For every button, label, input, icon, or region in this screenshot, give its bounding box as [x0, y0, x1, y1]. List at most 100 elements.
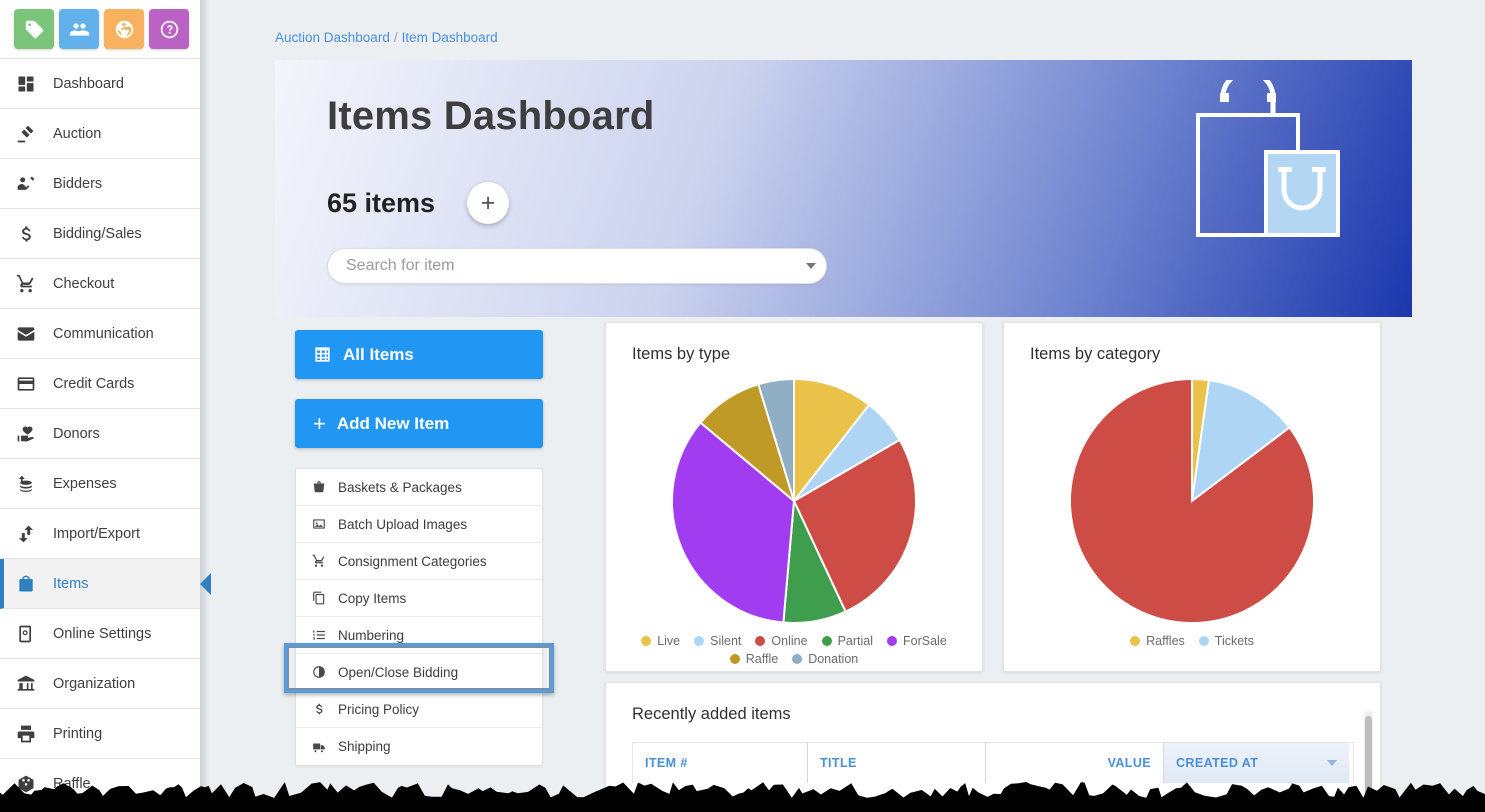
breadcrumb: Auction Dashboard / Item Dashboard	[275, 30, 498, 45]
help-icon[interactable]	[149, 9, 189, 49]
sidebar-item-donors[interactable]: Donors	[0, 409, 200, 459]
column-header-created-at-label: CREATED AT	[1176, 756, 1259, 770]
sidebar-item-label: Items	[53, 575, 89, 592]
legend-dot-icon	[641, 636, 652, 646]
legend-item-label: Tickets	[1214, 634, 1254, 648]
legend-item-label: Partial	[837, 634, 873, 648]
sidebar-item-expenses[interactable]: Expenses	[0, 459, 200, 509]
chart-legend-items-by-category: Raffles Tickets	[1004, 626, 1380, 648]
items-by-type-card: Items by type Live Silent Online Partial For…	[605, 322, 983, 672]
legend-item-label: Raffles	[1146, 634, 1185, 648]
sidebar-item-bidders[interactable]: Bidders	[0, 159, 200, 209]
menu-item-baskets-packages[interactable]: Baskets & Packages	[296, 469, 542, 506]
legend-item-label: ForSale	[903, 634, 947, 648]
sidebar-item-items[interactable]: Items	[0, 559, 211, 609]
legend-item-forsale[interactable]: ForSale	[887, 634, 947, 648]
sidebar-item-checkout[interactable]: Checkout	[0, 259, 200, 309]
sidebar-nav: Dashboard Auction Bidders Bidding/Sales …	[0, 58, 211, 809]
legend-item-label: Raffle	[745, 652, 779, 666]
legend-item-raffles[interactable]: Raffles	[1130, 634, 1185, 648]
chart-title-items-by-category: Items by category	[1030, 345, 1161, 363]
printer-icon	[16, 724, 46, 744]
sidebar-item-organization[interactable]: Organization	[0, 659, 200, 709]
legend-dot-icon	[821, 636, 832, 646]
breadcrumb-current-link[interactable]: Item Dashboard	[402, 30, 498, 45]
sidebar-item-import-export[interactable]: Import/Export	[0, 509, 200, 559]
page-title: Items Dashboard	[327, 94, 655, 138]
chevron-down-icon[interactable]	[796, 263, 826, 269]
legend-item-partial[interactable]: Partial	[821, 634, 873, 648]
menu-item-label: Consignment Categories	[338, 553, 487, 569]
items-submenu: Baskets & Packages Batch Upload Images C…	[295, 468, 543, 766]
items-by-category-card: Items by category Raffles Tickets	[1003, 322, 1381, 672]
bidder-icon	[16, 174, 46, 194]
sidebar-item-dashboard[interactable]: Dashboard	[0, 59, 200, 109]
chart-title-items-by-type: Items by type	[632, 345, 731, 363]
main-content: Auction Dashboard / Item Dashboard Items D…	[210, 0, 1485, 812]
add-new-item-button[interactable]: + Add New Item	[295, 399, 543, 448]
sidebar-item-online-settings[interactable]: Online Settings	[0, 609, 200, 659]
menu-item-shipping[interactable]: Shipping	[296, 728, 542, 765]
menu-item-label: Pricing Policy	[338, 701, 420, 717]
add-new-item-label: Add New Item	[336, 413, 450, 433]
menu-item-label: Baskets & Packages	[338, 479, 462, 495]
menu-item-numbering[interactable]: Numbering	[296, 617, 542, 654]
search-input[interactable]	[328, 257, 796, 275]
sidebar-item-printing[interactable]: Printing	[0, 709, 200, 759]
legend-item-label: Live	[657, 634, 681, 648]
menu-item-copy-items[interactable]: Copy Items	[296, 580, 542, 617]
legend-item-silent[interactable]: Silent	[694, 634, 741, 648]
cart-icon	[16, 274, 46, 294]
bag-icon	[16, 574, 46, 594]
menu-item-consignment-categories[interactable]: Consignment Categories	[296, 543, 542, 580]
sidebar-item-auction[interactable]: Auction	[0, 109, 200, 159]
sidebar-item-label: Import/Export	[53, 525, 141, 542]
legend-dot-icon	[729, 654, 740, 664]
menu-item-batch-upload-images[interactable]: Batch Upload Images	[296, 506, 542, 543]
legend-dot-icon	[1198, 636, 1209, 646]
arrows-icon	[16, 524, 46, 544]
globe-icon[interactable]	[104, 9, 144, 49]
legend-dot-icon	[887, 636, 897, 646]
add-item-round-button[interactable]: +	[467, 182, 509, 224]
menu-item-open-close-bidding[interactable]: Open/Close Bidding	[296, 654, 542, 691]
sidebar-item-label: Communication	[53, 325, 154, 342]
envelope-icon	[16, 324, 46, 344]
pie-chart-items-by-type	[606, 376, 982, 626]
legend-dot-icon	[694, 636, 705, 646]
credit-card-icon	[16, 374, 46, 394]
people-icon[interactable]	[59, 9, 99, 49]
menu-item-pricing-policy[interactable]: Pricing Policy	[296, 691, 542, 728]
basket-icon	[312, 480, 336, 494]
plus-icon: +	[313, 410, 326, 436]
legend-item-tickets[interactable]: Tickets	[1198, 634, 1254, 648]
legend-item-raffle[interactable]: Raffle	[729, 652, 779, 666]
sidebar-item-credit-cards[interactable]: Credit Cards	[0, 359, 200, 409]
sidebar-item-label: Auction	[53, 125, 102, 142]
sidebar-item-label: Credit Cards	[53, 375, 135, 392]
legend-item-donation[interactable]: Donation	[792, 652, 858, 666]
search-box[interactable]	[327, 248, 827, 284]
cart-icon	[312, 554, 336, 568]
tag-icon[interactable]	[14, 9, 54, 49]
sidebar: Dashboard Auction Bidders Bidding/Sales …	[0, 0, 211, 812]
image-icon	[312, 517, 336, 531]
sidebar-item-communication[interactable]: Communication	[0, 309, 200, 359]
copy-icon	[312, 591, 336, 605]
breadcrumb-parent-link[interactable]: Auction Dashboard	[275, 30, 390, 45]
sidebar-item-label: Printing	[53, 725, 103, 742]
menu-item-label: Shipping	[338, 739, 391, 754]
legend-item-online[interactable]: Online	[755, 634, 808, 648]
sidebar-item-label: Checkout	[53, 275, 115, 292]
sidebar-item-bidding-sales[interactable]: Bidding/Sales	[0, 209, 200, 259]
legend-item-label: Silent	[710, 634, 742, 648]
breadcrumb-separator: /	[393, 30, 398, 45]
all-items-button[interactable]: All Items	[295, 330, 543, 379]
legend-dot-icon	[1130, 636, 1141, 646]
sidebar-item-label: Online Settings	[53, 625, 152, 642]
legend-item-live[interactable]: Live	[641, 634, 680, 648]
hand-heart-icon	[16, 424, 46, 444]
sidebar-item-label: Bidders	[53, 175, 103, 192]
sidebar-shadow	[200, 0, 210, 812]
recent-items-title: Recently added items	[632, 705, 791, 723]
